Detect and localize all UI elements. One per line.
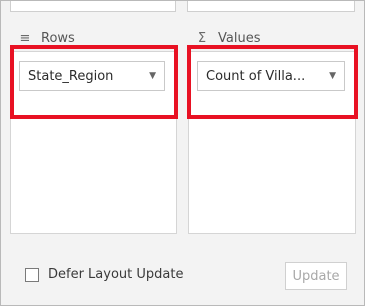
defer-layout-update-checkbox[interactable]	[25, 267, 39, 282]
rows-field-label: State_Region	[28, 68, 114, 84]
pivot-field-areas-pane: ≡ Rows Σ Values State_Region ▼ Count of …	[0, 0, 365, 306]
values-area-header: Σ Values	[194, 27, 261, 49]
rows-area-list[interactable]: State_Region ▼	[10, 51, 177, 234]
upper-right-area-remnant	[187, 1, 355, 12]
defer-layout-update-label: Defer Layout Update	[48, 267, 184, 282]
values-field-chip[interactable]: Count of Villa... ▼	[197, 61, 345, 91]
upper-left-area-remnant	[10, 1, 176, 12]
rows-field-chip[interactable]: State_Region ▼	[19, 61, 165, 91]
rows-icon: ≡	[19, 30, 31, 46]
values-field-label: Count of Villa...	[206, 68, 306, 84]
sigma-icon: Σ	[197, 30, 207, 46]
dropdown-arrow-icon[interactable]: ▼	[329, 71, 336, 81]
values-area-title: Values	[218, 30, 261, 46]
update-button[interactable]: Update	[285, 262, 347, 290]
dropdown-arrow-icon[interactable]: ▼	[149, 71, 156, 81]
rows-area-title: Rows	[41, 30, 75, 46]
values-area-list[interactable]: Count of Villa... ▼	[188, 51, 356, 234]
rows-area-header: ≡ Rows	[17, 27, 75, 49]
defer-layout-update-row[interactable]: Defer Layout Update	[25, 267, 183, 282]
